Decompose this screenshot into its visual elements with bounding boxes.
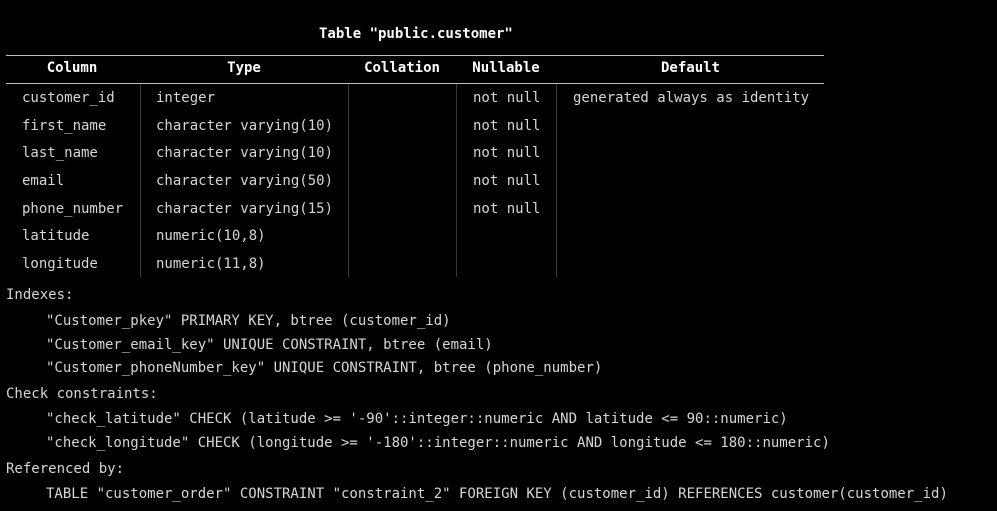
- header-type: Type: [227, 60, 261, 76]
- cell-nullable: not null: [473, 90, 541, 106]
- cell-column: phone_number: [22, 201, 124, 217]
- column-separator: [456, 84, 457, 277]
- cell-type: integer: [156, 90, 216, 106]
- cell-type: character varying(10): [156, 145, 334, 161]
- column-separator: [140, 84, 141, 277]
- cell-column: longitude: [22, 256, 98, 272]
- column-separator: [556, 84, 557, 277]
- header-bottom-rule: [6, 83, 824, 84]
- referenced-by-entry: TABLE "customer_order" CONSTRAINT "const…: [46, 486, 948, 502]
- cell-nullable: not null: [473, 118, 541, 134]
- cell-nullable: not null: [473, 145, 541, 161]
- cell-type: numeric(10,8): [156, 228, 266, 244]
- header-default: Default: [660, 60, 720, 76]
- cell-column: latitude: [22, 228, 90, 244]
- cell-column: customer_id: [22, 90, 115, 106]
- header-nullable: Nullable: [472, 60, 540, 76]
- index-entry: "Customer_phoneNumber_key" UNIQUE CONSTR…: [46, 360, 603, 376]
- check-constraints-label: Check constraints:: [6, 386, 158, 402]
- index-entry: "Customer_email_key" UNIQUE CONSTRAINT, …: [46, 337, 493, 353]
- cell-column: email: [22, 173, 65, 189]
- cell-type: character varying(15): [156, 201, 334, 217]
- cell-nullable: not null: [473, 201, 541, 217]
- table-title: Table "public.customer": [319, 26, 513, 42]
- check-constraint-entry: "check_latitude" CHECK (latitude >= '-90…: [46, 411, 788, 427]
- indexes-label: Indexes:: [6, 287, 74, 303]
- index-entry: "Customer_pkey" PRIMARY KEY, btree (cust…: [46, 313, 451, 329]
- check-constraint-entry: "check_longitude" CHECK (longitude >= '-…: [46, 435, 830, 451]
- cell-nullable: not null: [473, 173, 541, 189]
- cell-column: last_name: [22, 145, 98, 161]
- cell-type: character varying(10): [156, 118, 334, 134]
- cell-type: numeric(11,8): [156, 256, 266, 272]
- cell-type: character varying(50): [156, 173, 334, 189]
- header-column: Column: [46, 60, 98, 76]
- column-separator: [348, 84, 349, 277]
- header-collation: Collation: [364, 60, 440, 76]
- referenced-by-label: Referenced by:: [6, 461, 125, 477]
- cell-column: first_name: [22, 118, 107, 134]
- header-top-rule: [6, 55, 824, 56]
- cell-default: generated always as identity: [573, 90, 810, 106]
